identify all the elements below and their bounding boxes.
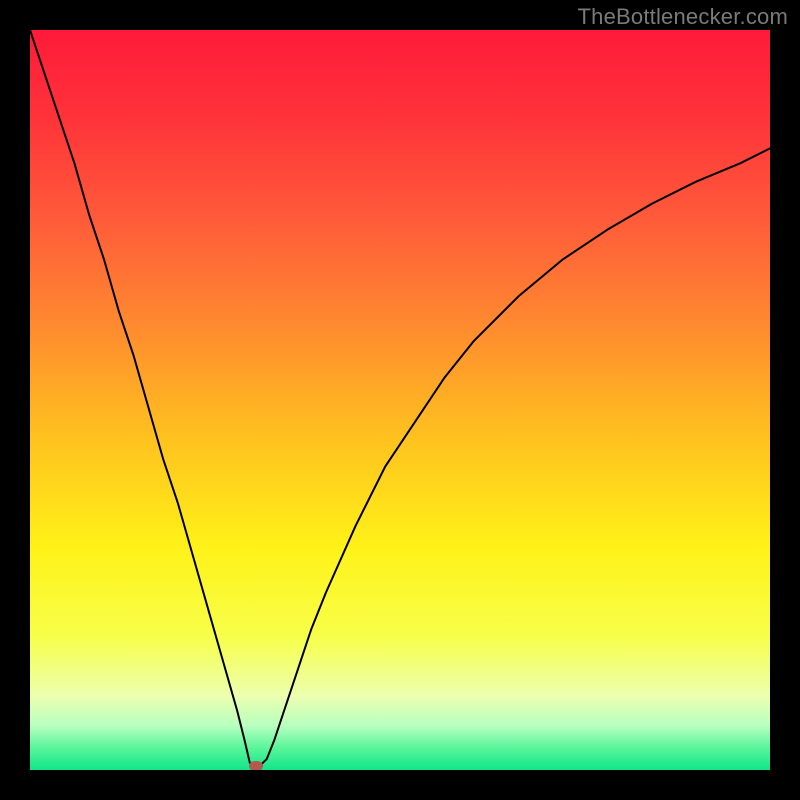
optimum-marker [249, 761, 263, 770]
bottleneck-curve [30, 30, 770, 770]
plot-area [30, 30, 770, 770]
watermark-text: TheBottlenecker.com [578, 4, 788, 30]
chart-frame: TheBottlenecker.com [0, 0, 800, 800]
